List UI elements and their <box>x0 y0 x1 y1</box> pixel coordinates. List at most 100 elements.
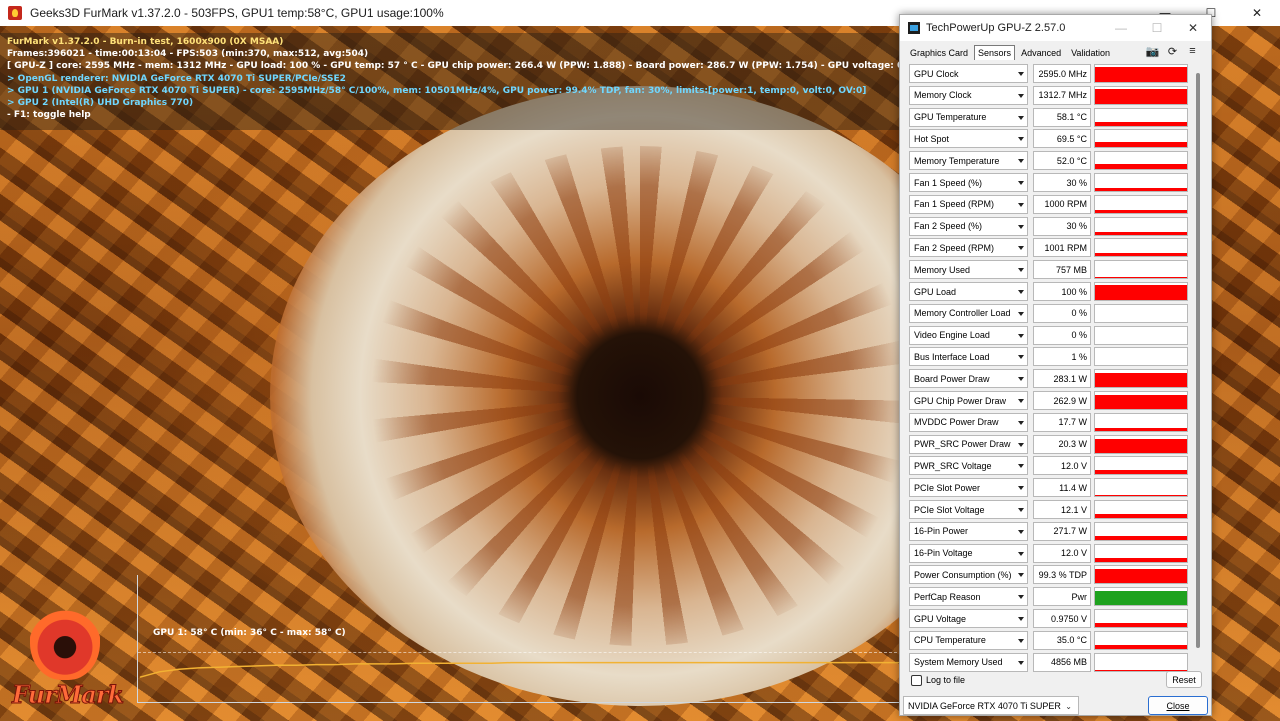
sensor-name-dropdown[interactable]: PCIe Slot Voltage <box>909 500 1028 519</box>
sensor-name-dropdown[interactable]: 16-Pin Voltage <box>909 543 1028 563</box>
sensor-graph-fill <box>1095 253 1187 257</box>
dropdown-arrow-icon <box>1018 333 1024 338</box>
sensor-name: GPU Clock <box>914 68 959 79</box>
sensor-graph-fill <box>1095 231 1187 235</box>
dropdown-arrow-icon <box>1018 377 1024 382</box>
sensor-row: Fan 2 Speed (RPM) 1001 RPM <box>909 238 1190 258</box>
sensor-graph <box>1094 543 1188 563</box>
sensor-name-dropdown[interactable]: GPU Voltage <box>909 609 1028 628</box>
sensor-name-dropdown[interactable]: Memory Controller Load <box>909 303 1028 323</box>
sensor-value: 283.1 W <box>1033 369 1091 389</box>
dropdown-arrow-icon <box>1018 551 1024 556</box>
sensor-row: Fan 2 Speed (%) 30 % <box>909 216 1190 236</box>
sensor-name-dropdown[interactable]: MVDDC Power Draw <box>909 412 1028 432</box>
sensor-graph-fill <box>1095 188 1187 191</box>
dropdown-arrow-icon <box>1018 529 1024 534</box>
sensor-name-dropdown[interactable]: Fan 2 Speed (%) <box>909 216 1028 236</box>
sensor-name-dropdown[interactable]: GPU Clock <box>909 64 1028 83</box>
dropdown-arrow-icon <box>1018 595 1024 600</box>
sensor-name: Fan 1 Speed (%) <box>914 177 983 188</box>
sensor-graph-fill <box>1095 514 1187 518</box>
sensor-graph <box>1094 478 1188 498</box>
sensor-value: 757 MB <box>1033 260 1091 280</box>
log-to-file-checkbox[interactable] <box>911 675 922 686</box>
dropdown-arrow-icon <box>1018 181 1024 185</box>
sensor-name: Memory Used <box>914 264 971 275</box>
sensor-name-dropdown[interactable]: Board Power Draw <box>909 369 1028 389</box>
tab-graphics-card[interactable]: Graphics Card <box>906 45 972 60</box>
sensor-name: 16-Pin Voltage <box>914 548 973 559</box>
sensor-name-dropdown[interactable]: 16-Pin Power <box>909 521 1028 541</box>
sensor-name-dropdown[interactable]: Fan 2 Speed (RPM) <box>909 238 1028 258</box>
gpuz-close-icon[interactable]: ✕ <box>1175 15 1211 41</box>
sensor-name: Board Power Draw <box>914 373 990 384</box>
sensor-name: Memory Controller Load <box>914 308 1011 319</box>
sensor-name-dropdown[interactable]: Hot Spot <box>909 129 1028 149</box>
sensor-graph <box>1094 500 1188 519</box>
tab-sensors[interactable]: Sensors <box>974 45 1016 60</box>
sensor-row: Board Power Draw 283.1 W <box>909 369 1190 389</box>
sensor-name: Bus Interface Load <box>914 351 990 362</box>
sensor-row: Memory Temperature 52.0 °C <box>909 151 1190 171</box>
sensor-name-dropdown[interactable]: Fan 1 Speed (%) <box>909 173 1028 192</box>
sensor-row: GPU Temperature 58.1 °C <box>909 107 1190 127</box>
sensor-name: Hot Spot <box>914 133 950 144</box>
sensor-name-dropdown[interactable]: PWR_SRC Power Draw <box>909 434 1028 454</box>
gpuz-toolbar: 📷 ⟳ ≡ <box>1146 45 1199 58</box>
sensor-name: Power Consumption (%) <box>914 569 1012 580</box>
sensor-name-dropdown[interactable]: CPU Temperature <box>909 630 1028 650</box>
gpu-device-select[interactable]: NVIDIA GeForce RTX 4070 Ti SUPER ⌄ <box>903 696 1079 715</box>
tab-advanced[interactable]: Advanced <box>1017 45 1065 60</box>
reset-button[interactable]: Reset <box>1166 671 1202 688</box>
sensor-name-dropdown[interactable]: Memory Clock <box>909 85 1028 105</box>
sensor-name-dropdown[interactable]: GPU Load <box>909 282 1028 301</box>
tab-validation[interactable]: Validation <box>1067 45 1114 60</box>
sensor-row: CPU Temperature 35.0 °C <box>909 630 1190 650</box>
sensor-graph <box>1094 521 1188 541</box>
sensor-row: 16-Pin Voltage 12.0 V <box>909 543 1190 563</box>
temp-graph-max-line <box>138 652 902 653</box>
camera-icon[interactable]: 📷 <box>1146 45 1160 58</box>
sensor-graph <box>1094 652 1188 672</box>
sensor-graph-fill <box>1095 395 1187 409</box>
sensor-name-dropdown[interactable]: PWR_SRC Voltage <box>909 456 1028 476</box>
sensor-name-dropdown[interactable]: Bus Interface Load <box>909 347 1028 367</box>
close-button[interactable]: Close <box>1148 696 1208 715</box>
sensor-name-dropdown[interactable]: GPU Chip Power Draw <box>909 391 1028 410</box>
sensor-name: Fan 2 Speed (%) <box>914 221 983 232</box>
sensor-value: 271.7 W <box>1033 521 1091 541</box>
osd-line: > GPU 2 (Intel(R) UHD Graphics 770) <box>7 98 194 109</box>
sensor-list-scrollbar[interactable] <box>1196 73 1200 648</box>
sensor-name-dropdown[interactable]: Memory Used <box>909 260 1028 280</box>
sensor-name-dropdown[interactable]: Video Engine Load <box>909 325 1028 345</box>
sensor-name-dropdown[interactable]: Memory Temperature <box>909 151 1028 171</box>
sensor-row: Video Engine Load 0 % <box>909 325 1190 345</box>
dropdown-arrow-icon <box>1018 224 1024 229</box>
close-icon[interactable]: ✕ <box>1234 0 1280 26</box>
desktop: Geeks3D FurMark v1.37.2.0 - 503FPS, GPU1… <box>0 0 1280 721</box>
dropdown-arrow-icon <box>1018 202 1024 207</box>
sensor-name-dropdown[interactable]: System Memory Used <box>909 652 1028 672</box>
gpuz-minimize-icon[interactable]: — <box>1103 15 1139 41</box>
dropdown-arrow-icon <box>1018 420 1024 425</box>
sensor-graph-fill <box>1095 427 1187 431</box>
sensor-graph <box>1094 64 1188 83</box>
dropdown-arrow-icon <box>1018 137 1024 142</box>
sensor-name: 16-Pin Power <box>914 526 969 537</box>
sensor-value: 69.5 °C <box>1033 129 1091 149</box>
sensor-name: PerfCap Reason <box>914 591 981 602</box>
sensor-name-dropdown[interactable]: PCIe Slot Power <box>909 478 1028 498</box>
menu-icon[interactable]: ≡ <box>1186 45 1199 57</box>
dropdown-arrow-icon <box>1018 159 1024 164</box>
sensor-row: MVDDC Power Draw 17.7 W <box>909 412 1190 432</box>
sensor-name-dropdown[interactable]: GPU Temperature <box>909 107 1028 127</box>
refresh-icon[interactable]: ⟳ <box>1166 45 1179 58</box>
sensor-name-dropdown[interactable]: PerfCap Reason <box>909 587 1028 607</box>
sensor-graph-fill <box>1095 591 1187 606</box>
sensor-name-dropdown[interactable]: Fan 1 Speed (RPM) <box>909 194 1028 214</box>
sensor-name-dropdown[interactable]: Power Consumption (%) <box>909 565 1028 585</box>
gpuz-footer: Log to file Reset <box>910 671 1202 691</box>
gpuz-tabs: Graphics Card Sensors Advanced Validation <box>906 45 1116 61</box>
gpuz-bottom-bar: NVIDIA GeForce RTX 4070 Ti SUPER ⌄ Close <box>903 696 1210 715</box>
sensor-name: Memory Clock <box>914 90 972 101</box>
